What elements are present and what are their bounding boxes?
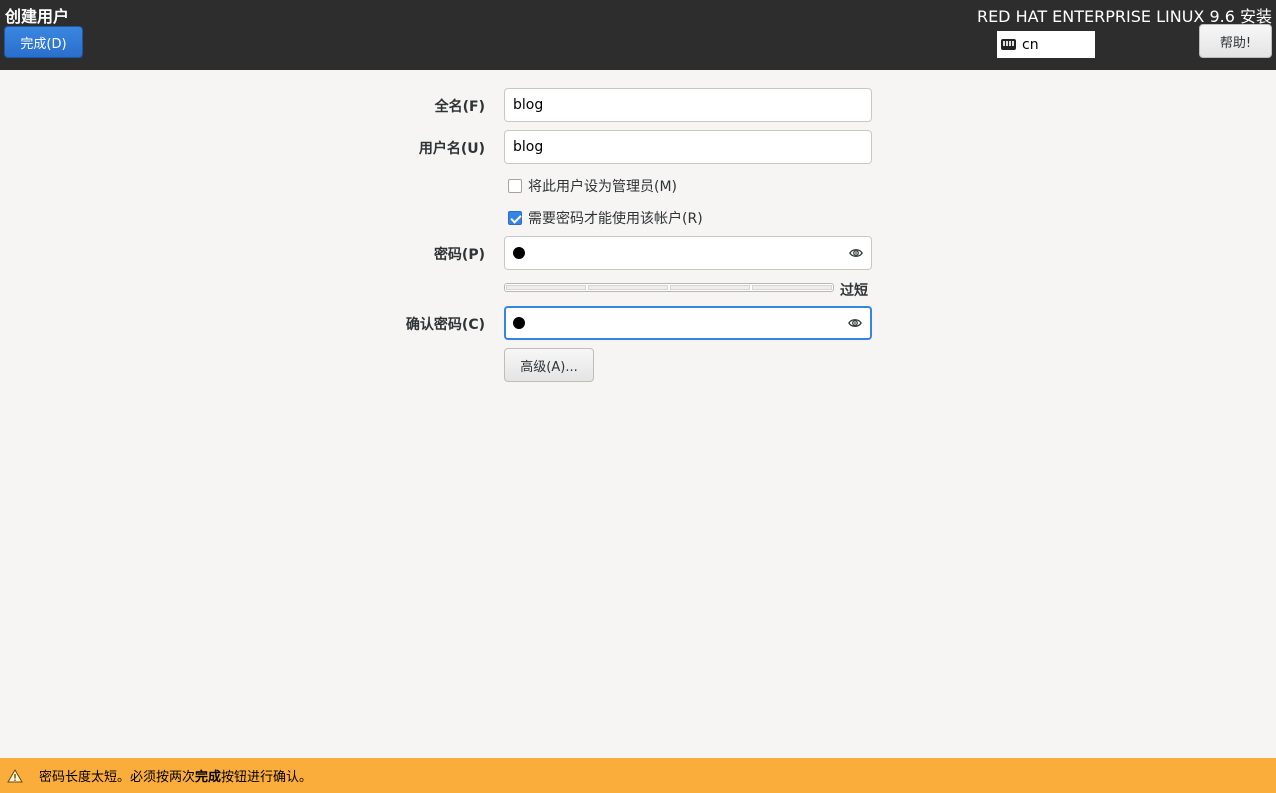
header-bar: 创建用户 完成(D) RED HAT ENTERPRISE LINUX 9.6 …: [0, 0, 1276, 70]
warning-bar: 密码长度太短。必须按两次完成按钮进行确认。: [0, 758, 1276, 793]
fullname-value: blog: [513, 97, 544, 113]
password-label: 密码(P): [433, 247, 485, 263]
show-confirm-password-icon[interactable]: [848, 316, 862, 330]
password-strength-bar: [504, 283, 834, 292]
fullname-label: 全名(F): [434, 99, 485, 115]
admin-checkbox[interactable]: [508, 179, 522, 193]
confirm-password-input[interactable]: [504, 306, 872, 340]
username-value: blog: [513, 139, 544, 155]
warning-text: 密码长度太短。必须按两次完成按钮进行确认。: [39, 770, 313, 785]
password-mask-dot: [513, 247, 525, 259]
strength-segment: [752, 285, 832, 290]
show-password-icon[interactable]: [849, 246, 863, 260]
keyboard-icon: [1001, 39, 1016, 50]
password-input[interactable]: [504, 236, 872, 270]
require-password-checkbox-row[interactable]: 需要密码才能使用该帐户(R): [508, 208, 703, 228]
admin-checkbox-row[interactable]: 将此用户设为管理员(M): [508, 176, 677, 196]
strength-segment: [588, 285, 668, 290]
password-strength-text: 过短: [840, 283, 868, 299]
fullname-input[interactable]: blog: [504, 88, 872, 122]
admin-checkbox-label: 将此用户设为管理员(M): [528, 179, 678, 195]
page-title: 创建用户: [5, 7, 70, 26]
help-button[interactable]: 帮助!: [1199, 24, 1272, 58]
username-input[interactable]: blog: [504, 130, 872, 164]
strength-segment: [670, 285, 750, 290]
confirm-password-label: 确认密码(C): [405, 317, 485, 333]
require-password-label: 需要密码才能使用该帐户(R): [528, 211, 703, 227]
warning-icon: [7, 768, 23, 782]
advanced-button[interactable]: 高级(A)...: [504, 348, 594, 382]
username-label: 用户名(U): [418, 141, 485, 157]
require-password-checkbox[interactable]: [508, 211, 522, 225]
confirm-mask-dot: [513, 317, 525, 329]
keyboard-layout-label: cn: [1022, 36, 1039, 53]
keyboard-layout-indicator[interactable]: cn: [997, 31, 1095, 58]
strength-segment: [506, 285, 586, 290]
done-button[interactable]: 完成(D): [4, 26, 83, 58]
